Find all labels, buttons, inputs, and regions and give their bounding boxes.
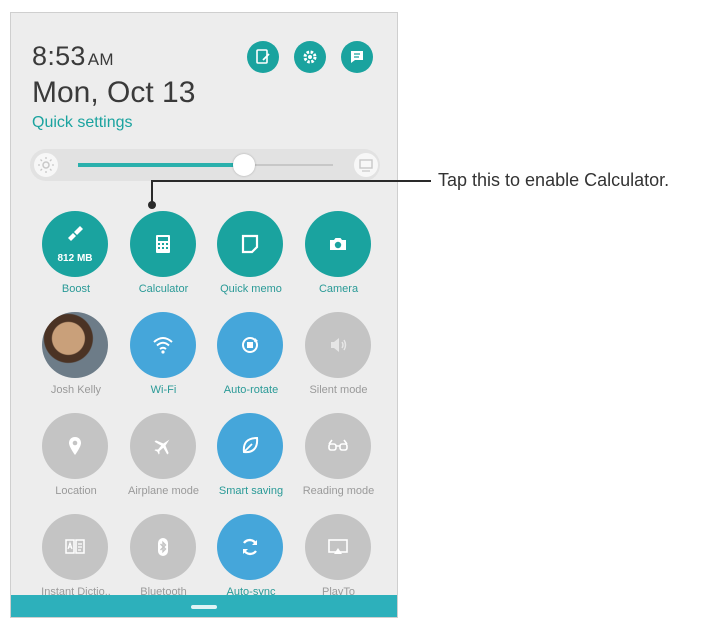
tiles-grid: 812 MB Boost Calculator Quick memo Camera Jos… [32,203,382,607]
auto-brightness-icon[interactable] [354,153,378,177]
tile-auto-sync[interactable]: Auto-sync [207,506,295,607]
tile-label: Airplane mode [128,485,199,497]
tile-button[interactable] [304,514,371,580]
edit-icon[interactable] [247,41,279,73]
tile-location[interactable]: Location [32,405,120,506]
tile-row: Josh Kelly Wi-Fi Auto-rotate Silent mode [32,304,382,405]
callout-dot [148,201,156,209]
tile-playto[interactable]: PlayTo [295,506,383,607]
date: Mon, Oct 13 [32,76,196,109]
tile-button[interactable] [217,211,283,277]
tile-label: Calculator [138,283,189,295]
tile-reading-mode[interactable]: Reading mode [295,405,383,506]
tile-label: Camera [318,283,359,295]
tile-silent-mode[interactable]: Silent mode [295,304,383,405]
tile-quick-memo[interactable]: Quick memo [207,203,295,304]
tile-button[interactable] [129,211,196,277]
tile-button[interactable] [304,211,371,277]
tile-button[interactable] [217,413,283,479]
tile-josh-kelly[interactable]: Josh Kelly [32,304,120,405]
tile-smart-saving[interactable]: Smart saving [207,405,295,506]
message-icon[interactable] [341,41,373,73]
tile-calculator[interactable]: Calculator [120,203,208,304]
tile-label: Smart saving [218,485,284,497]
tile-button[interactable] [217,514,283,580]
tile-label: Silent mode [309,384,368,396]
quick-settings-panel: 8:53 AM Mon, Oct 13 Quick settings 812 MB… [10,12,398,618]
tile-bluetooth[interactable]: Bluetooth [120,506,208,607]
contact-avatar[interactable] [42,312,108,378]
tile-row: Instant Dictio.. Bluetooth Auto-sync PlayTo [32,506,382,607]
tile-label: Location [55,485,97,497]
tile-wi-fi[interactable]: Wi-Fi [120,304,208,405]
tile-button[interactable] [42,413,108,479]
gear-icon[interactable] [294,41,326,73]
tile-auto-rotate[interactable]: Auto-rotate [207,304,295,405]
drag-handle[interactable] [191,605,217,609]
tile-camera[interactable]: Camera [295,203,383,304]
callout-text: Tap this to enable Calculator. [438,170,670,190]
bottom-bar [11,595,397,617]
brightness-low-icon [34,153,58,177]
tile-label: Auto-rotate [223,384,279,396]
tile-button[interactable] [129,514,196,580]
tile-instant-dictio[interactable]: Instant Dictio.. [32,506,120,607]
brightness-fill [78,163,244,167]
brightness-slider[interactable] [30,149,380,181]
quick-settings-link[interactable]: Quick settings [32,114,132,132]
tile-row: 812 MB Boost Calculator Quick memo Camera [32,203,382,304]
tile-button[interactable] [304,312,371,378]
tile-button[interactable] [129,413,196,479]
brightness-handle[interactable] [232,154,255,176]
tile-label: Reading mode [302,485,375,497]
tile-label: Quick memo [220,283,282,295]
memory-label: 812 MB [57,253,93,264]
tile-boost[interactable]: 812 MB Boost [32,203,120,304]
tile-button[interactable] [129,312,196,378]
tile-label: Boost [61,283,91,295]
tile-row: Location Airplane mode Smart saving Reading… [32,405,382,506]
tile-airplane-mode[interactable]: Airplane mode [120,405,208,506]
tile-button[interactable]: 812 MB [42,211,108,277]
tile-label: Josh Kelly [50,384,102,396]
clock: 8:53 AM [32,41,114,71]
tile-label: Wi-Fi [150,384,177,396]
tile-button[interactable] [42,514,108,580]
tile-button[interactable] [217,312,283,378]
tile-button[interactable] [304,413,371,479]
callout-line-horizontal [151,180,431,182]
